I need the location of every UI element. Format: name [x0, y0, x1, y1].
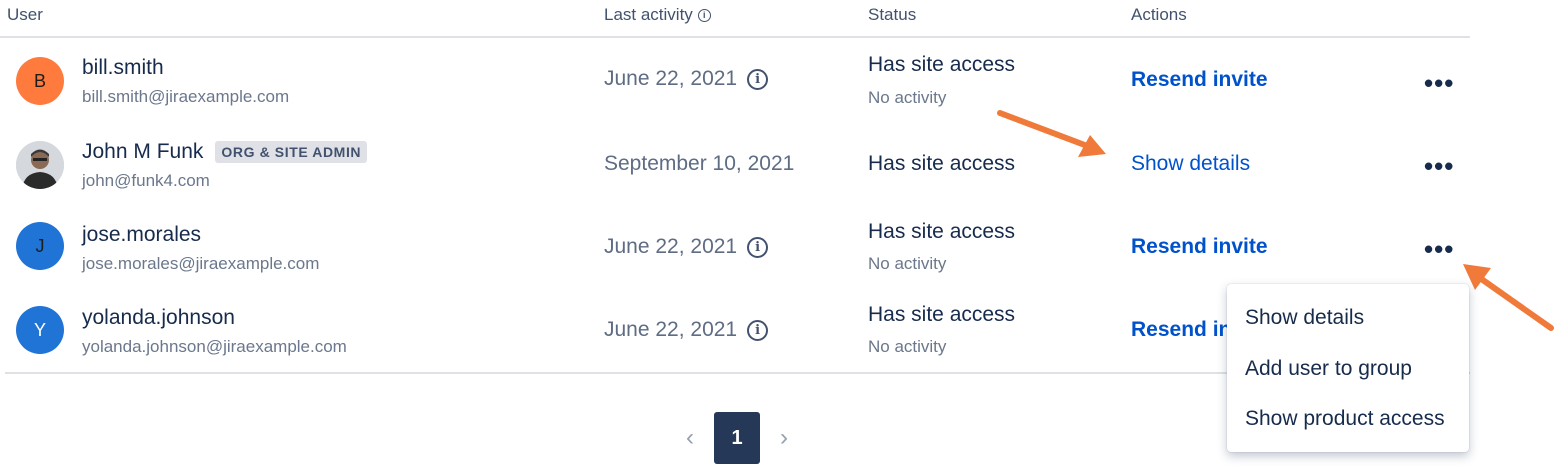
user-name[interactable]: yolanda.johnson [82, 306, 235, 330]
resend-invite-link[interactable]: Resend invite [1131, 235, 1268, 259]
last-activity-date: June 22, 2021 [604, 67, 738, 90]
user-email: bill.smith@jiraexample.com [82, 87, 290, 106]
substatus-text: No activity [868, 254, 947, 273]
avatar [16, 141, 64, 189]
more-actions-icon[interactable]: ••• [1424, 153, 1454, 179]
user-name[interactable]: John M Funk [82, 140, 203, 163]
menu-item-add-user-to-group[interactable]: Add user to group [1245, 357, 1412, 381]
user-name[interactable]: bill.smith [82, 56, 164, 80]
table-row: John M Funk ORG & SITE ADMIN john@funk4.c… [0, 123, 1470, 206]
more-actions-icon[interactable]: ••• [1424, 236, 1454, 262]
user-name[interactable]: jose.morales [82, 223, 201, 247]
substatus-text: No activity [868, 88, 947, 107]
user-email: jose.morales@jiraexample.com [82, 254, 320, 273]
last-activity: September 10, 2021 [604, 152, 794, 176]
last-activity: June 22, 2021 i [604, 318, 769, 342]
avatar-initial: J [35, 235, 45, 256]
menu-item-show-details[interactable]: Show details [1245, 306, 1364, 330]
last-activity: June 22, 2021 i [604, 235, 769, 259]
info-icon[interactable]: i [697, 8, 711, 22]
previous-page-chevron-icon[interactable]: ‹ [680, 424, 700, 452]
annotation-arrow-icon [997, 110, 1106, 157]
info-icon[interactable]: i [747, 236, 769, 258]
user-name-row: John M Funk ORG & SITE ADMIN [82, 140, 368, 164]
status-text: Has site access [868, 53, 1016, 76]
avatar: B [16, 57, 64, 105]
column-header-status: Status [868, 5, 917, 24]
last-activity-date: June 22, 2021 [604, 318, 738, 341]
more-actions-icon[interactable]: ••• [1424, 70, 1454, 96]
table-row: B bill.smith bill.smith@jiraexample.com … [0, 40, 1470, 123]
column-header-user: User [7, 5, 43, 24]
table-row: J jose.morales jose.morales@jiraexample.… [0, 206, 1470, 289]
column-header-actions: Actions [1131, 5, 1187, 24]
column-header-last-activity: Last activity i [604, 5, 711, 25]
info-icon[interactable]: i [747, 68, 769, 90]
avatar-initial: B [33, 70, 46, 91]
more-actions-menu: Show details Add user to group Show prod… [1227, 284, 1469, 452]
status-text: Has site access [868, 220, 1016, 243]
last-activity-date: June 22, 2021 [604, 235, 738, 258]
avatar: J [16, 222, 64, 270]
annotation-arrow-icon [1463, 264, 1554, 331]
user-email: yolanda.johnson@jiraexample.com [82, 337, 347, 356]
pagination: ‹ 1 › [680, 412, 794, 464]
page-1-button[interactable]: 1 [714, 412, 760, 464]
show-details-link[interactable]: Show details [1131, 152, 1250, 176]
last-activity: June 22, 2021 i [604, 67, 769, 91]
info-icon[interactable]: i [747, 319, 769, 341]
avatar: Y [16, 306, 64, 354]
status-text: Has site access [868, 303, 1016, 326]
menu-item-show-product-access[interactable]: Show product access [1245, 407, 1445, 431]
table-header: User Last activity i Status Actions [0, 0, 1470, 38]
next-page-chevron-icon[interactable]: › [774, 424, 794, 452]
avatar-initial: Y [33, 319, 46, 340]
user-email: john@funk4.com [82, 171, 210, 190]
resend-invite-link[interactable]: Resend invite [1131, 68, 1268, 92]
column-header-last-activity-label: Last activity [604, 5, 693, 24]
substatus-text: No activity [868, 337, 947, 356]
last-activity-date: September 10, 2021 [604, 152, 795, 175]
user-photo-icon [16, 141, 64, 189]
admin-badge: ORG & SITE ADMIN [215, 141, 368, 164]
